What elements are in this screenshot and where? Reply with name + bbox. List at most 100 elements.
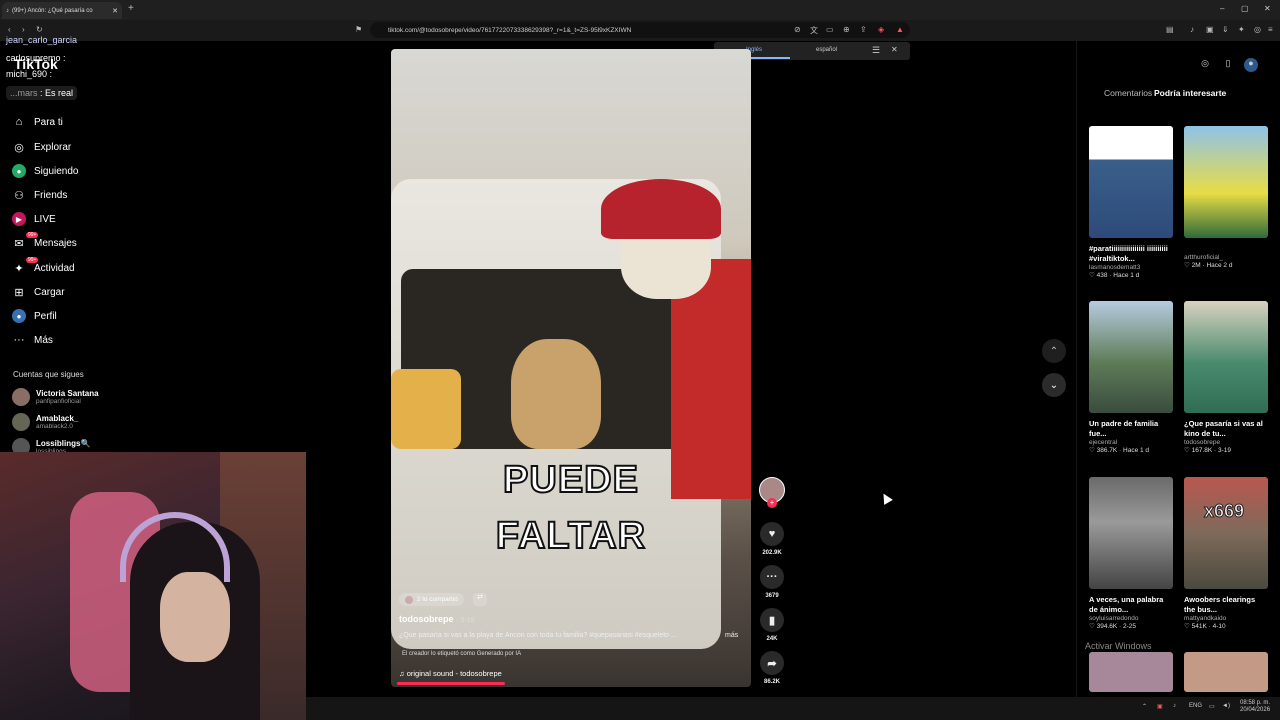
menu-icon[interactable]: ≡ [1268,25,1273,34]
avatar [12,413,30,431]
nav-profile[interactable]: ● Perfil [12,306,112,326]
nav-following[interactable]: ● Siguiendo [12,161,112,181]
shared-pill[interactable]: 2 lo compartió [399,593,464,606]
right-panel-toolbar: ◎ ▯ ● [1198,58,1258,72]
tray-volume-icon[interactable]: ◄) [1222,703,1230,709]
video-author[interactable]: todosobrepe · 3-16 [399,614,474,624]
download-icon[interactable]: ⇓ [1222,25,1229,34]
chat-line: michi_690 : [6,69,53,79]
browser-tab[interactable]: ♪ (99+) Ancón: ¿Qué pasaría co ✕ [2,2,122,19]
profile-icon: ● [12,309,26,323]
close-window-icon[interactable]: ✕ [1264,4,1271,13]
nav-for-you[interactable]: ⌂ Para ti [12,112,112,132]
cast-icon[interactable]: ▭ [826,25,834,34]
tiktok-favicon-icon: ♪ [6,7,9,14]
video-scene-cap [601,179,721,239]
browser-tab-bar [0,0,1280,20]
tray-mic-icon[interactable]: ♪ [1173,703,1176,709]
translate-close-icon[interactable]: ✕ [891,45,898,54]
nav-explore[interactable]: ◎ Explorar [12,137,112,157]
previous-video-button[interactable]: ⌃ [1042,339,1066,363]
nav-live[interactable]: ▶ LIVE [12,209,112,229]
suggested-video-card[interactable]: Un padre de familia fue... ejecentral ♡ … [1089,301,1173,454]
home-icon: ⌂ [15,116,23,128]
nav-activity[interactable]: ✦ 99+ Actividad [12,257,112,278]
following-account[interactable]: Victoria Santana panfipanfioficial [12,386,122,408]
tray-lang[interactable]: ENG [1189,703,1202,709]
ai-generated-label: El creador lo etiquetó como Generado por… [402,651,522,657]
extension-icon[interactable]: ▣ [1206,25,1214,34]
video-title: A veces, una palabra de ánimo... [1089,595,1164,614]
sidebar-toggle-icon[interactable]: ▤ [1166,25,1174,34]
rewards-icon[interactable]: ▲ [896,25,904,34]
suggested-video-card[interactable]: artthuroficial_ ♡ 2M · Hace 2 d [1184,126,1268,269]
translate-icon[interactable]: 文 [810,25,818,36]
share-button[interactable]: ➦ 86.2K [758,651,786,685]
next-video-button[interactable]: ⌄ [1042,373,1066,397]
translate-target-lang[interactable]: español [816,47,837,53]
follow-plus-icon[interactable]: + [767,498,777,508]
thumbnail-overlay-text: x669 [1203,501,1245,522]
like-button[interactable]: ♥ 202.9K [758,522,786,556]
more-link[interactable]: más [725,632,738,639]
suggested-video-card[interactable]: x669 Awoobers clearings the bus... matty… [1184,477,1268,630]
share-arrow-icon: ➦ [760,651,784,675]
brave-shield-icon[interactable]: ◈ [878,25,884,34]
video-user: artthuroficial_ [1184,254,1224,261]
back-icon[interactable]: ‹ [8,25,11,34]
video-thumbnail [1089,301,1173,413]
reload-icon[interactable]: ↻ [36,25,43,34]
suggested-video-card[interactable]: ¿Que pasaría si vas al kino de tu... tod… [1184,301,1268,454]
following-icon: ● [12,164,26,178]
zoom-icon[interactable]: ⊕ [843,25,850,34]
bookmark-icon[interactable]: ⚑ [355,25,362,34]
tray-chevron-icon[interactable]: ⌃ [1142,703,1147,710]
translate-options-icon[interactable]: ☰ [872,45,880,56]
save-button[interactable]: ▮ 24K [758,608,786,642]
tab-suggestions[interactable]: Podría interesarte [1154,88,1226,98]
video-user: mattyandkaido [1184,615,1227,622]
messages-badge: 99+ [26,232,39,238]
minimize-icon[interactable]: – [1220,4,1224,13]
nav-friends[interactable]: ⚇ Friends [12,185,112,205]
share-icon[interactable]: ⇪ [860,25,867,34]
suggested-video-card[interactable] [1089,652,1173,692]
new-tab-button[interactable]: + [128,3,134,14]
repost-icon[interactable]: ⇄ [473,593,487,606]
no-tracking-icon[interactable]: ⊘ [794,25,801,34]
compass-icon[interactable]: ◎ [1198,58,1212,72]
following-section-title: Cuentas que sigues [13,370,84,379]
url-text: tiktok.com/@todosobrepe/video/7617722073… [388,26,632,34]
tray-network-icon[interactable]: ▭ [1209,703,1215,710]
nav-upload[interactable]: ⊞ Cargar [12,282,112,302]
video-title: Un padre de familia fue... [1089,419,1159,438]
puzzle-icon[interactable]: ✦ [1238,25,1245,34]
comment-button[interactable]: ··· 3679 [758,565,786,599]
music-track[interactable]: ♫ original sound - todosobrepe [399,669,502,678]
following-account[interactable]: Amablack_ amablack2.0 [12,411,122,433]
suggested-video-card[interactable]: A veces, una palabra de ánimo... soyluis… [1089,477,1173,630]
close-tab-icon[interactable]: ✕ [112,7,118,15]
user-avatar-icon[interactable]: ● [1244,58,1258,72]
tab-comments[interactable]: Comentarios [1104,88,1152,98]
vpn-icon[interactable]: ◎ [1254,25,1261,34]
video-thumbnail: x669 [1184,477,1268,589]
webcam-face [160,572,230,662]
live-icon: ▶ [12,212,26,226]
maximize-icon[interactable]: ▢ [1241,4,1249,13]
suggested-video-card[interactable] [1184,652,1268,692]
tray-app-icon[interactable]: ▣ [1157,703,1163,710]
music-extension-icon[interactable]: ♪ [1190,25,1194,34]
phone-icon[interactable]: ▯ [1221,58,1235,72]
forward-icon[interactable]: › [22,25,25,34]
video-progress-bar[interactable] [397,682,505,685]
suggested-video-card[interactable]: #paratiiiiiiiiiiiiiiii iiiiiiiiii #viral… [1089,126,1173,279]
nav-more[interactable]: ··· Más [12,330,112,350]
video-user: lasmanosdematt3 [1089,264,1141,271]
taskbar [306,697,1280,720]
video-player[interactable]: PUEDE FALTAR 2 lo compartió ⇄ todosobrep… [391,49,751,687]
tray-clock[interactable]: 08:58 p. m. 20/04/2026 [1240,700,1270,714]
more-icon: ··· [13,334,25,346]
video-thumbnail [1184,301,1268,413]
nav-messages[interactable]: ✉ 99+ Mensajes [12,232,112,253]
